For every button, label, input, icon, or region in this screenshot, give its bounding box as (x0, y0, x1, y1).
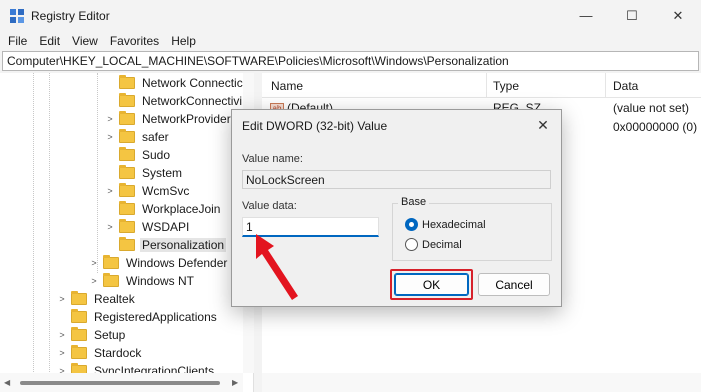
base-group: Base Hexadecimal Decimal (392, 196, 552, 261)
folder-icon (119, 111, 135, 125)
folder-icon (119, 165, 135, 179)
window-title: Registry Editor (31, 9, 110, 23)
dialog-title: Edit DWORD (32-bit) Value (242, 119, 388, 133)
tree-item-wsdapi[interactable]: > WSDAPI (105, 218, 191, 236)
tree-item-windows-nt[interactable]: > Windows NT (89, 272, 196, 290)
tree-item-network-connectivity[interactable]: NetworkConnectivi (105, 92, 244, 110)
tree-guide (33, 73, 34, 392)
folder-icon (119, 201, 135, 215)
chevron-right-icon[interactable]: > (89, 276, 99, 286)
folder-icon (119, 219, 135, 233)
tree-item-networkprovider[interactable]: > NetworkProvider (105, 110, 233, 128)
maximize-icon: ☐ (626, 7, 638, 23)
tree-scroll-thumb[interactable] (20, 381, 220, 385)
radio-decimal[interactable]: Decimal (405, 238, 462, 251)
tree-guide (49, 73, 50, 392)
chevron-right-icon[interactable]: > (105, 222, 115, 232)
folder-icon (71, 345, 87, 359)
list-horizontal-scrollbar[interactable] (262, 373, 701, 392)
chevron-right-icon[interactable]: > (57, 348, 67, 358)
chevron-right-icon[interactable]: > (105, 114, 115, 124)
address-bar[interactable]: Computer\HKEY_LOCAL_MACHINE\SOFTWARE\Pol… (2, 51, 699, 71)
radio-decimal-label: Decimal (422, 238, 462, 251)
tree-item-personalization[interactable]: Personalization (105, 236, 227, 254)
tree-item-stardock[interactable]: > Stardock (57, 344, 143, 362)
registry-editor-icon (10, 9, 24, 23)
folder-icon (71, 327, 87, 341)
cancel-button[interactable]: Cancel (478, 273, 550, 296)
close-icon: ✕ (672, 7, 684, 23)
column-divider[interactable] (486, 73, 487, 98)
title-bar: Registry Editor — ☐ ✕ (0, 0, 701, 31)
menu-help[interactable]: Help (171, 31, 196, 51)
folder-icon (119, 183, 135, 197)
tree-pane: Network Connectic NetworkConnectivi > Net… (0, 73, 254, 392)
tree-item-windows-defender[interactable]: > Windows Defender (89, 254, 229, 272)
scroll-left-icon[interactable]: ◀ (4, 378, 10, 387)
column-header-data[interactable]: Data (613, 79, 638, 93)
radio-checked-icon[interactable] (405, 218, 418, 231)
tree-item-workplacejoin[interactable]: WorkplaceJoin (105, 200, 222, 218)
chevron-right-icon[interactable]: > (57, 294, 67, 304)
folder-icon (119, 129, 135, 143)
chevron-right-icon[interactable]: > (89, 258, 99, 268)
folder-icon (119, 147, 135, 161)
folder-icon (103, 273, 119, 287)
tree-item-wcmsvc[interactable]: > WcmSvc (105, 182, 191, 200)
folder-icon (71, 291, 87, 305)
column-header-type[interactable]: Type (493, 79, 519, 93)
tree-guide (97, 73, 98, 273)
folder-icon (103, 255, 119, 269)
menu-view[interactable]: View (72, 31, 98, 51)
minimize-button[interactable]: — (563, 0, 609, 31)
tree-item-sudo[interactable]: Sudo (105, 146, 172, 164)
maximize-button[interactable]: ☐ (609, 0, 655, 31)
tree-item-realtek[interactable]: > Realtek (57, 290, 137, 308)
menu-file[interactable]: File (8, 31, 27, 51)
folder-icon (71, 309, 87, 323)
menu-edit[interactable]: Edit (39, 31, 60, 51)
column-divider[interactable] (605, 73, 606, 98)
value-name-field: NoLockScreen (242, 170, 551, 189)
column-header-name[interactable]: Name (271, 79, 303, 93)
tree-horizontal-scrollbar[interactable]: ◀ ▶ (0, 373, 243, 392)
tree-item-network-connections[interactable]: Network Connectic (105, 74, 245, 92)
radio-hexadecimal[interactable]: Hexadecimal (405, 218, 486, 231)
folder-icon (119, 93, 135, 107)
value-data: (value not set) (613, 101, 690, 115)
tree-item-registeredapplications[interactable]: RegisteredApplications (57, 308, 219, 326)
scroll-right-icon[interactable]: ▶ (232, 378, 238, 387)
chevron-right-icon[interactable]: > (105, 132, 115, 142)
radio-unchecked-icon[interactable] (405, 238, 418, 251)
close-button[interactable]: ✕ (655, 0, 701, 31)
red-arrow-annotation (256, 234, 298, 300)
chevron-right-icon[interactable]: > (57, 330, 67, 340)
value-data-label: Value data: (242, 200, 297, 212)
base-label: Base (398, 196, 430, 208)
ok-button[interactable]: OK (394, 273, 469, 296)
minimize-icon: — (579, 8, 593, 23)
tree-item-system[interactable]: System (105, 164, 184, 182)
value-name-label: Value name: (242, 153, 303, 165)
dialog-close-icon[interactable]: ✕ (533, 115, 553, 135)
value-data: 0x00000000 (0) (613, 120, 698, 134)
list-header: Name Type Data (262, 73, 701, 98)
folder-icon (119, 237, 135, 251)
menu-bar: File Edit View Favorites Help (0, 31, 200, 51)
folder-icon (119, 75, 135, 89)
menu-favorites[interactable]: Favorites (110, 31, 159, 51)
tree-item-setup[interactable]: > Setup (57, 326, 127, 344)
tree-item-safer[interactable]: > safer (105, 128, 171, 146)
chevron-right-icon[interactable]: > (105, 186, 115, 196)
radio-hexadecimal-label: Hexadecimal (422, 218, 486, 231)
